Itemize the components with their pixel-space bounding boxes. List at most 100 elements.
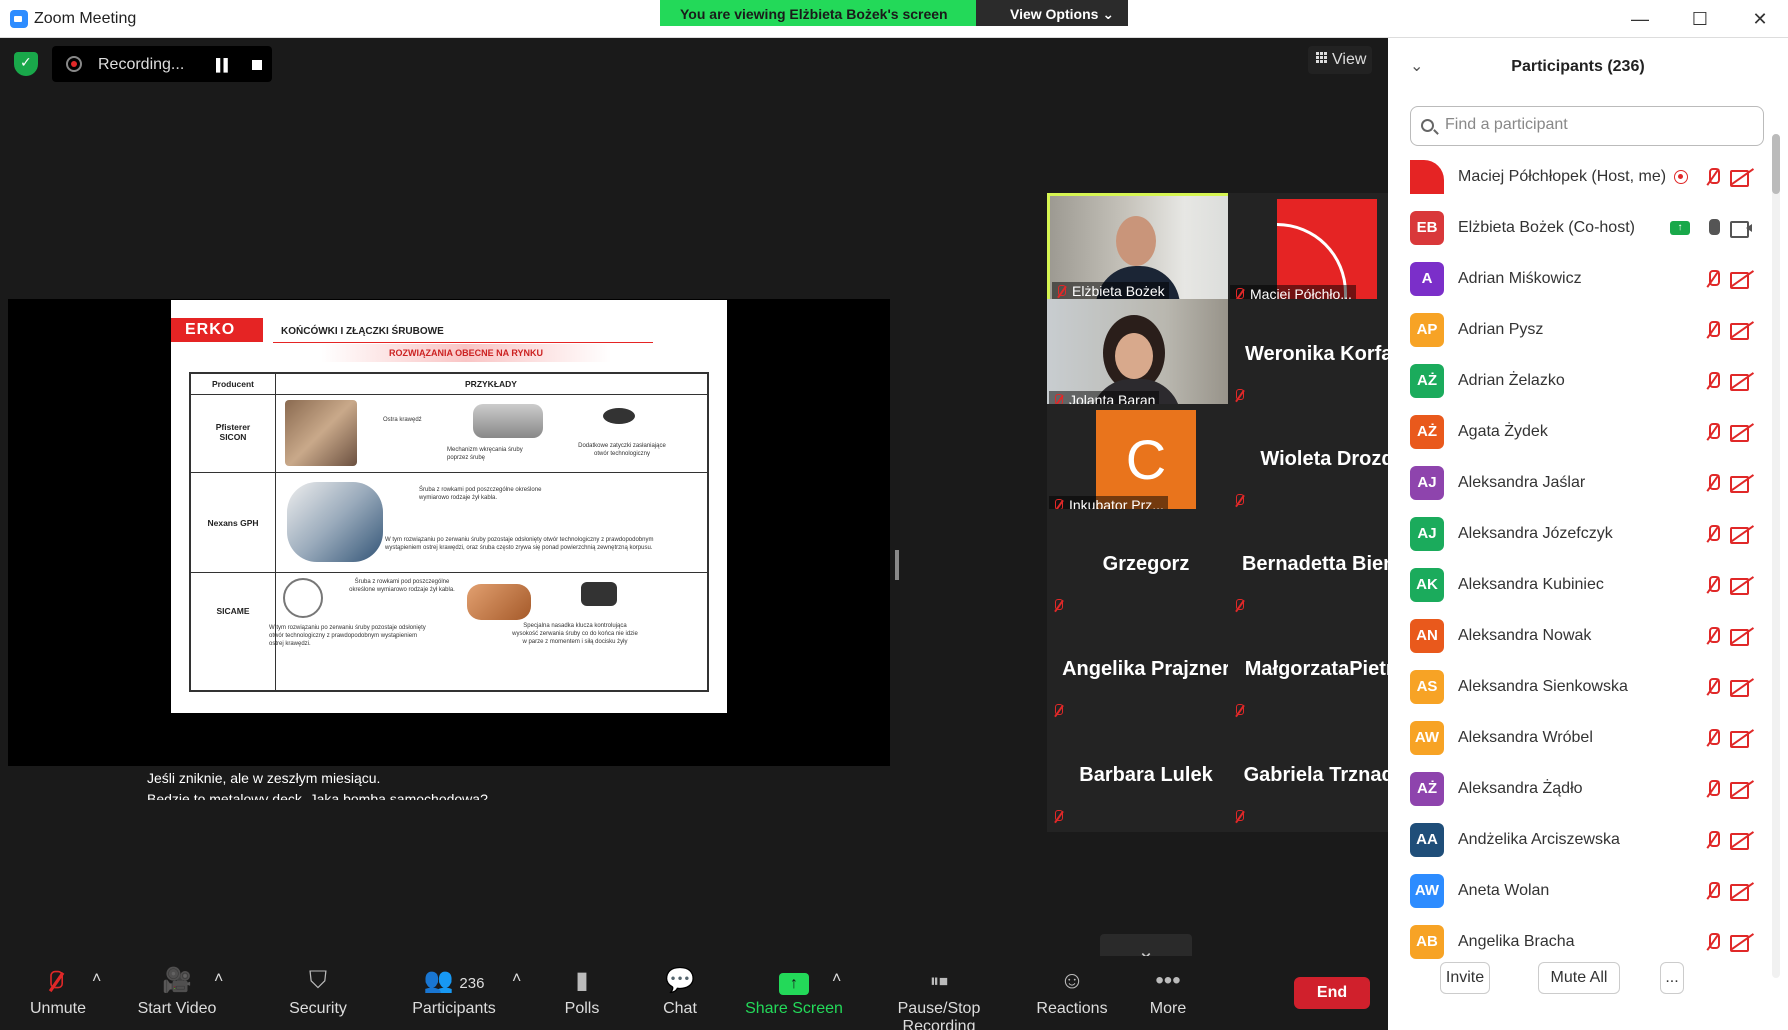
unmute-button[interactable]: Unmute — [22, 968, 94, 1018]
participant-row[interactable]: AK Aleksandra Kubiniec — [1388, 560, 1768, 610]
end-meeting-button[interactable]: End — [1294, 977, 1370, 1009]
note-sicame-screw: Śruba z rowkami pod poszczególne określo… — [349, 579, 455, 593]
participant-row[interactable]: A Adrian Miśkowicz — [1388, 254, 1768, 304]
security-button[interactable]: ⛉ Security — [282, 968, 354, 1018]
mic-off-icon[interactable] — [1704, 677, 1722, 697]
camera-off-icon[interactable] — [1730, 832, 1754, 850]
camera-off-icon[interactable] — [1730, 883, 1754, 901]
stop-recording-icon[interactable] — [252, 60, 262, 70]
pause-stop-label: Pause/Stop Recording — [897, 1000, 981, 1030]
close-icon[interactable]: ✕ — [1740, 6, 1780, 32]
avatar: AS — [1410, 670, 1444, 704]
mic-off-icon[interactable] — [1704, 320, 1722, 340]
participant-row[interactable]: AS Aleksandra Sienkowska — [1388, 662, 1768, 712]
encryption-shield-icon[interactable] — [14, 52, 38, 76]
video-options-caret[interactable]: ˄ — [214, 970, 223, 988]
participant-row[interactable]: EB Elżbieta Bożek (Co-host) ↑ — [1388, 203, 1768, 253]
mic-off-icon[interactable] — [1704, 524, 1722, 544]
mic-off-icon[interactable] — [1704, 728, 1722, 748]
mic-off-icon[interactable] — [1704, 269, 1722, 289]
mute-all-button[interactable]: Mute All — [1538, 962, 1620, 994]
camera-icon[interactable] — [1730, 220, 1754, 238]
mic-off-icon[interactable] — [1704, 626, 1722, 646]
minimize-icon[interactable]: — — [1620, 6, 1660, 32]
polls-button[interactable]: ▮ Polls — [556, 968, 608, 1018]
participant-row[interactable]: AŻ Aleksandra Żądło — [1388, 764, 1768, 814]
camera-off-icon[interactable] — [1730, 628, 1754, 646]
tile-name: Angelika Prajzner — [1062, 658, 1230, 680]
participants-options-caret[interactable]: ˄ — [512, 970, 521, 988]
participant-name: Elżbieta Bożek (Co-host) — [1458, 219, 1635, 236]
view-options-button[interactable]: View Options ⌄ — [976, 0, 1128, 26]
reactions-button[interactable]: ☺ Reactions — [1034, 968, 1110, 1018]
invite-button[interactable]: Invite — [1440, 962, 1490, 994]
tile-name: Barbara Lulek — [1079, 764, 1213, 786]
maximize-icon[interactable]: ☐ — [1680, 6, 1720, 32]
avatar: A — [1410, 262, 1444, 296]
participant-row[interactable]: AP Adrian Pysz — [1388, 305, 1768, 355]
chat-button[interactable]: 💬 Chat — [654, 968, 706, 1018]
zoom-window: Zoom Meeting You are viewing Elżbieta Bo… — [0, 0, 1788, 1030]
tile-name: Grzegorz — [1102, 553, 1190, 575]
camera-off-icon[interactable] — [1730, 169, 1754, 187]
participant-row[interactable]: AŻ Adrian Żelazko — [1388, 356, 1768, 406]
video-tile[interactable]: Angelika Prajzner — [1047, 614, 1245, 726]
mic-icon[interactable] — [1704, 218, 1722, 238]
participant-name: Aleksandra Nowak — [1458, 627, 1592, 644]
participant-row[interactable]: Maciej Półchłopek (Host, me) — [1388, 152, 1768, 202]
mic-off-icon[interactable] — [1704, 575, 1722, 595]
camera-off-icon[interactable] — [1730, 934, 1754, 952]
resize-handle[interactable] — [895, 550, 899, 580]
view-button[interactable]: View — [1308, 46, 1372, 74]
participant-row[interactable]: AJ Aleksandra Jaślar — [1388, 458, 1768, 508]
camera-off-icon[interactable] — [1730, 322, 1754, 340]
start-video-button[interactable]: 🎥 Start Video — [132, 968, 222, 1018]
mic-off-icon[interactable] — [1704, 473, 1722, 493]
window-title: Zoom Meeting — [34, 10, 137, 27]
video-tile[interactable]: C Inkubator Prz... — [1047, 404, 1245, 516]
participant-row[interactable]: AW Aneta Wolan — [1388, 866, 1768, 916]
participant-row[interactable]: AŻ Agata Żydek — [1388, 407, 1768, 457]
audio-options-caret[interactable]: ˄ — [92, 970, 101, 988]
mic-off-icon[interactable] — [1704, 422, 1722, 442]
participant-row[interactable]: AA Andżelika Arciszewska — [1388, 815, 1768, 865]
pause-stop-recording-button[interactable]: ⏸⏹ Pause/Stop Recording — [862, 968, 1016, 1030]
share-screen-button[interactable]: ↑ Share Screen — [742, 968, 846, 1018]
video-tile[interactable]: Jolanta Baran — [1047, 299, 1245, 411]
share-options-caret[interactable]: ˄ — [832, 970, 841, 988]
pause-recording-icon[interactable]: ▌▌ — [216, 58, 232, 72]
meeting-toolbar: Unmute ˄ 🎥 Start Video ˄ ⛉ Security 👥 236… — [0, 956, 1388, 1030]
mic-off-icon[interactable] — [1704, 932, 1722, 952]
mic-off-icon[interactable] — [1704, 371, 1722, 391]
panel-more-button[interactable]: ... — [1660, 962, 1684, 994]
share-screen-icon: ↑ — [742, 968, 846, 995]
mic-off-icon — [1234, 387, 1250, 405]
participant-name: Adrian Miśkowicz — [1458, 270, 1582, 287]
mic-off-icon[interactable] — [1704, 881, 1722, 901]
participant-row[interactable]: AJ Aleksandra Józefczyk — [1388, 509, 1768, 559]
video-tile[interactable]: Barbara Lulek — [1047, 720, 1245, 832]
camera-off-icon[interactable] — [1730, 577, 1754, 595]
camera-off-icon[interactable] — [1730, 526, 1754, 544]
participants-button[interactable]: 👥 236 Participants — [402, 968, 506, 1018]
camera-off-icon[interactable] — [1730, 679, 1754, 697]
participant-row[interactable]: AB Angelika Bracha — [1388, 917, 1768, 964]
avatar: AP — [1410, 313, 1444, 347]
participant-row[interactable]: AW Aleksandra Wróbel — [1388, 713, 1768, 763]
mic-off-icon[interactable] — [1704, 779, 1722, 799]
camera-off-icon[interactable] — [1730, 424, 1754, 442]
camera-off-icon[interactable] — [1730, 373, 1754, 391]
mic-off-icon[interactable] — [1704, 830, 1722, 850]
participant-row[interactable]: AN Aleksandra Nowak — [1388, 611, 1768, 661]
search-input[interactable]: Find a participant — [1410, 106, 1764, 146]
more-button[interactable]: ••• More — [1146, 968, 1190, 1018]
video-tile[interactable]: Elżbieta Bożek — [1047, 193, 1245, 305]
mic-off-icon[interactable] — [1704, 167, 1722, 187]
camera-off-icon[interactable] — [1730, 781, 1754, 799]
camera-off-icon[interactable] — [1730, 475, 1754, 493]
camera-off-icon[interactable] — [1730, 730, 1754, 748]
video-tile[interactable]: Grzegorz — [1047, 509, 1245, 621]
shared-screen[interactable]: ERKO KOŃCÓWKI I ZŁĄCZKI ŚRUBOWE ROZWIĄZA… — [8, 299, 890, 766]
participants-scrollbar[interactable] — [1772, 134, 1780, 978]
camera-off-icon[interactable] — [1730, 271, 1754, 289]
